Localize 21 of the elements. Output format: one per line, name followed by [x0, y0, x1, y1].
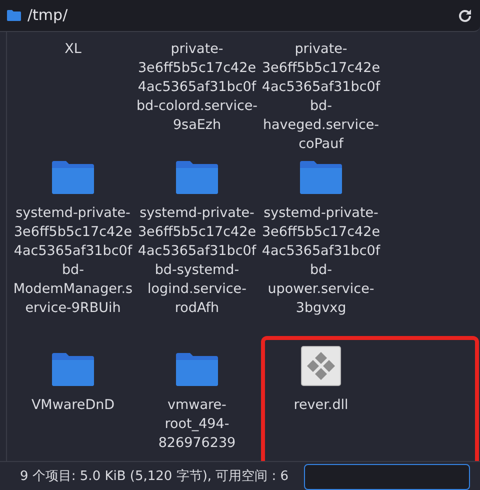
- folder-icon: [51, 352, 95, 386]
- file-name[interactable]: private-3e6ff5b5c17c42e4ac5365af31bc0fbd-haveged.service-coPauf: [260, 40, 382, 154]
- reload-icon[interactable]: [457, 8, 474, 24]
- file-name[interactable]: rever.dll: [260, 396, 382, 415]
- file-name[interactable]: systemd-private-3e6ff5b5c17c42e4ac5365af31bc0fbd-systemd-logind.service-rodAfh: [136, 204, 258, 318]
- location-path: /tmp/: [28, 5, 69, 26]
- file-name[interactable]: systemd-private-3e6ff5b5c17c42e4ac5365af31bc0fbd-ModemManager.service-9RBUih: [12, 204, 134, 318]
- file-icon: [301, 346, 341, 386]
- folder-icon: [175, 352, 219, 386]
- file-name[interactable]: XL: [12, 40, 134, 59]
- folder-icon: [299, 160, 343, 194]
- input-field[interactable]: [304, 464, 470, 490]
- folder-icon: [6, 10, 21, 21]
- location-bar[interactable]: /tmp/: [0, 0, 480, 32]
- file-name[interactable]: systemd-private-3e6ff5b5c17c42e4ac5365af31bc0fbd-upower.service-3bgvxg: [260, 204, 382, 318]
- folder-icon: [175, 160, 219, 194]
- folder-icon: [51, 160, 95, 194]
- status-text: 9 个项目: 5.0 KiB (5,120 字节), 可用空间 : 6: [19, 468, 290, 486]
- file-name[interactable]: private-3e6ff5b5c17c42e4ac5365af31bc0fbd-colord.service-9saEzh: [136, 40, 258, 135]
- file-name[interactable]: VMwareDnD: [12, 396, 134, 415]
- file-name[interactable]: vmware-root_494-826976239: [136, 396, 258, 453]
